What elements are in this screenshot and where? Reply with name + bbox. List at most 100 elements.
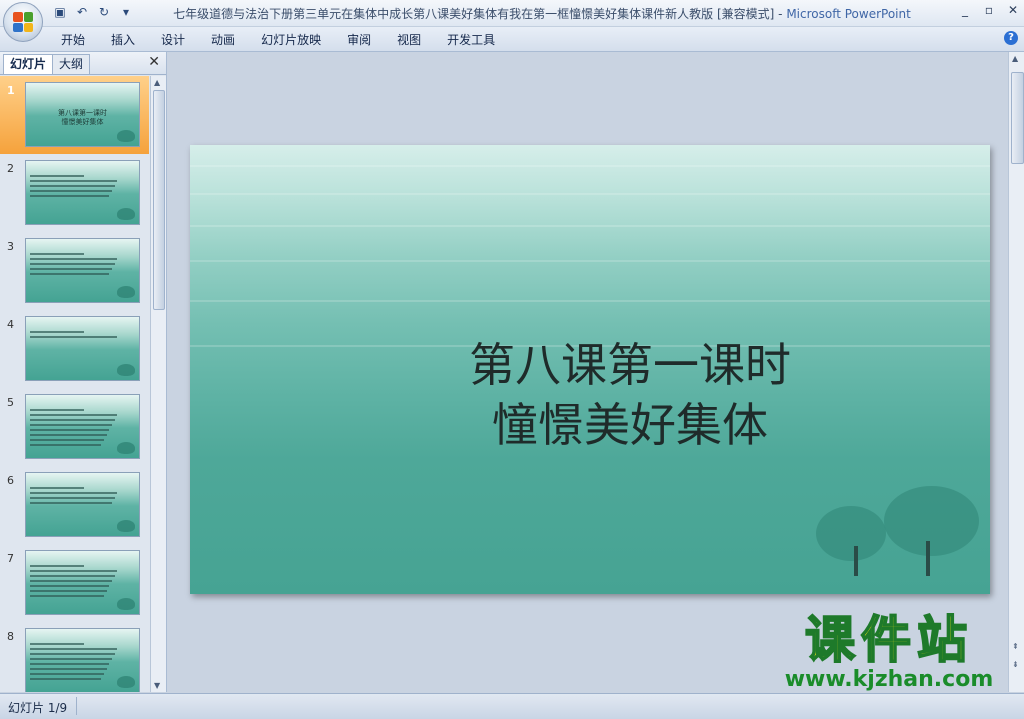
thumbnail-text-line bbox=[30, 439, 104, 441]
document-title: 七年级道德与法治下册第三单元在集体中成长第八课美好集体有我在第一框憧憬美好集体课… bbox=[173, 7, 775, 21]
slide-thumbnail[interactable]: 8 bbox=[0, 622, 149, 692]
tab-developer[interactable]: 开发工具 bbox=[434, 30, 508, 49]
thumbnail-list: 1 第八课第一课时 憧憬美好集体 2 3 4 5 6 7 8 bbox=[0, 76, 149, 692]
help-icon[interactable]: ? bbox=[1004, 31, 1018, 45]
close-window-icon[interactable]: ✕ bbox=[1006, 3, 1020, 17]
thumbnail-text-line bbox=[30, 648, 118, 650]
thumbnail-preview: 第八课第一课时 憧憬美好集体 bbox=[25, 82, 140, 147]
slide-thumbnail[interactable]: 2 bbox=[0, 154, 149, 232]
prev-slide-icon[interactable]: ⇞ bbox=[1012, 642, 1019, 651]
workspace-scroll-thumb[interactable] bbox=[1011, 72, 1024, 164]
undo-icon[interactable]: ↶ bbox=[74, 4, 90, 20]
window-controls: _ ▫ ✕ bbox=[958, 3, 1020, 17]
thumbnail-text-line bbox=[30, 185, 115, 187]
tab-view[interactable]: 视图 bbox=[384, 30, 434, 49]
window-title: 七年级道德与法治下册第三单元在集体中成长第八课美好集体有我在第一框憧憬美好集体课… bbox=[150, 5, 934, 22]
tab-slides[interactable]: 幻灯片 bbox=[3, 54, 54, 74]
status-divider bbox=[76, 697, 77, 715]
thumbnail-number: 7 bbox=[7, 552, 14, 565]
thumbnail-text-lines bbox=[30, 331, 120, 341]
thumbnail-title: 第八课第一课时 憧憬美好集体 bbox=[26, 109, 139, 127]
slide-title-line-2: 憧憬美好集体 bbox=[492, 398, 768, 452]
tab-home[interactable]: 开始 bbox=[48, 30, 98, 49]
thumbnail-tree-icon bbox=[117, 676, 135, 688]
scroll-up-icon[interactable]: ▲ bbox=[154, 78, 160, 87]
slide-canvas[interactable]: 第八课第一课时 憧憬美好集体 bbox=[190, 145, 990, 594]
slide-title-line-1: 第八课第一课时 bbox=[469, 338, 791, 392]
tab-animation[interactable]: 动画 bbox=[198, 30, 248, 49]
thumbnail-text-line bbox=[30, 424, 112, 426]
thumbnail-preview bbox=[25, 550, 140, 615]
slide-title[interactable]: 第八课第一课时 憧憬美好集体 bbox=[370, 335, 890, 455]
tab-slideshow[interactable]: 幻灯片放映 bbox=[248, 30, 334, 49]
office-button[interactable] bbox=[3, 2, 43, 42]
save-icon[interactable]: ▣ bbox=[52, 4, 68, 20]
thumbnail-number: 6 bbox=[7, 474, 14, 487]
next-slide-icon[interactable]: ⇟ bbox=[1012, 660, 1019, 669]
scroll-up-icon[interactable]: ▲ bbox=[1012, 54, 1018, 63]
thumbnail-text-lines bbox=[30, 643, 120, 683]
panel-scroll-thumb[interactable] bbox=[153, 90, 165, 310]
slides-panel: 幻灯片 大纲 ✕ 1 第八课第一课时 憧憬美好集体 2 3 4 5 6 7 8 ▲ ▼ bbox=[0, 52, 167, 692]
thumbnail-text-line bbox=[30, 487, 84, 489]
scroll-down-icon[interactable]: ▼ bbox=[154, 681, 160, 690]
close-panel-icon[interactable]: ✕ bbox=[148, 54, 160, 70]
redo-icon[interactable]: ↻ bbox=[96, 4, 112, 20]
thumbnail-title-line: 憧憬美好集体 bbox=[61, 118, 104, 126]
tab-review[interactable]: 审阅 bbox=[334, 30, 384, 49]
thumbnail-preview bbox=[25, 160, 140, 225]
thumbnail-text-line bbox=[30, 175, 84, 177]
restore-icon[interactable]: ▫ bbox=[982, 3, 996, 17]
thumbnail-text-line bbox=[30, 190, 112, 192]
tab-insert[interactable]: 插入 bbox=[98, 30, 148, 49]
panel-scrollbar[interactable]: ▲ ▼ bbox=[150, 76, 166, 692]
slide-thumbnail[interactable]: 1 第八课第一课时 憧憬美好集体 bbox=[0, 76, 149, 154]
thumbnail-text-line bbox=[30, 336, 118, 338]
tree-canopy-left bbox=[816, 506, 886, 561]
gradient-band bbox=[190, 193, 990, 195]
tree-illustration bbox=[814, 486, 984, 586]
tree-trunk-left bbox=[854, 546, 858, 576]
thumbnail-text-line bbox=[30, 570, 118, 572]
thumbnail-number: 3 bbox=[7, 240, 14, 253]
slide-thumbnail[interactable]: 7 bbox=[0, 544, 149, 622]
panel-tabs: 幻灯片 大纲 ✕ bbox=[0, 52, 166, 75]
minimize-icon[interactable]: _ bbox=[958, 3, 972, 17]
thumbnail-text-line bbox=[30, 434, 107, 436]
watermark: 课件站 www.kjzhan.com bbox=[773, 611, 1005, 692]
thumbnail-text-line bbox=[30, 580, 112, 582]
thumbnail-text-line bbox=[30, 575, 115, 577]
thumbnail-tree-icon bbox=[117, 520, 135, 532]
thumbnail-text-line bbox=[30, 268, 112, 270]
thumbnail-tree-icon bbox=[117, 286, 135, 298]
slide-thumbnail[interactable]: 4 bbox=[0, 310, 149, 388]
customize-icon[interactable]: ▾ bbox=[118, 4, 134, 20]
gradient-band bbox=[190, 225, 990, 227]
thumbnail-tree-icon bbox=[117, 364, 135, 376]
thumbnail-preview bbox=[25, 316, 140, 381]
thumbnail-text-line bbox=[30, 263, 115, 265]
watermark-text: 课件站 bbox=[804, 611, 973, 669]
tab-design[interactable]: 设计 bbox=[148, 30, 198, 49]
thumbnail-text-line bbox=[30, 653, 115, 655]
slide-thumbnail[interactable]: 5 bbox=[0, 388, 149, 466]
thumbnail-text-line bbox=[30, 585, 110, 587]
thumbnail-text-line bbox=[30, 180, 118, 182]
thumbnail-text-line bbox=[30, 258, 118, 260]
workspace-scrollbar[interactable]: ▲ ⇞ ⇟ bbox=[1008, 52, 1024, 692]
thumbnail-text-line bbox=[30, 565, 84, 567]
office-logo-icon bbox=[13, 12, 33, 32]
watermark-url: www.kjzhan.com bbox=[784, 667, 994, 692]
gradient-band bbox=[190, 300, 990, 302]
thumbnail-number: 4 bbox=[7, 318, 14, 331]
slide-thumbnail[interactable]: 6 bbox=[0, 466, 149, 544]
thumbnail-text-line bbox=[30, 658, 112, 660]
tab-outline[interactable]: 大纲 bbox=[52, 54, 91, 74]
thumbnail-text-line bbox=[30, 590, 107, 592]
thumbnail-tree-icon bbox=[117, 598, 135, 610]
thumbnail-number: 5 bbox=[7, 396, 14, 409]
thumbnail-text-line bbox=[30, 595, 104, 597]
ribbon-tabs: 开始 插入 设计 动画 幻灯片放映 审阅 视图 开发工具 bbox=[48, 30, 508, 49]
thumbnail-preview bbox=[25, 472, 140, 537]
slide-thumbnail[interactable]: 3 bbox=[0, 232, 149, 310]
